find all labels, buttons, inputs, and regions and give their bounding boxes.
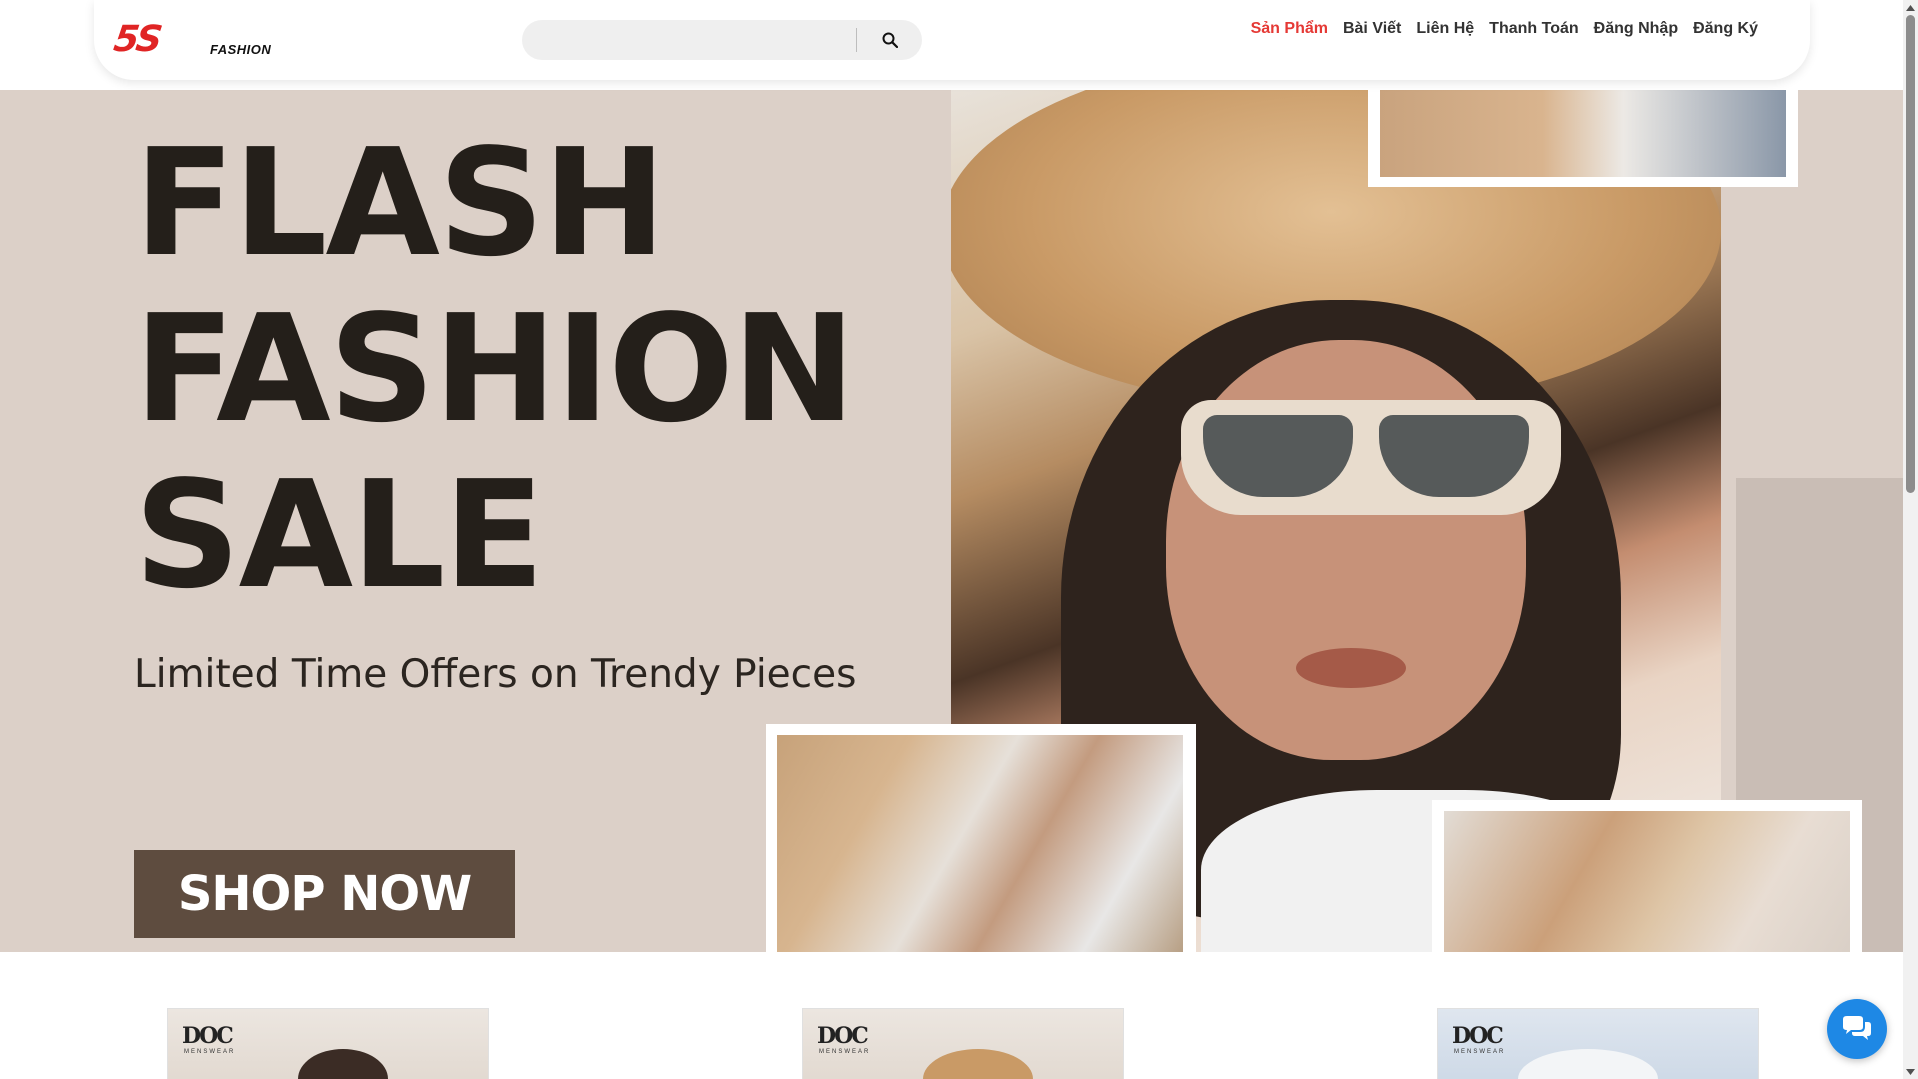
site-header: 5S FASHION Sản Phẩm Bài Viết Liên Hệ Tha… [94, 0, 1810, 80]
scrollbar-thumb[interactable] [1906, 15, 1915, 493]
logo-text: FASHION [210, 42, 272, 57]
brand-logo-sub: MENSWEAR [184, 1049, 236, 1055]
brand-logo: DOC [182, 1023, 234, 1049]
scroll-down-arrow[interactable] [1903, 1064, 1918, 1079]
scroll-up-arrow[interactable] [1903, 0, 1918, 15]
nav-link-contact[interactable]: Liên Hệ [1416, 20, 1474, 38]
headline-line: FASHION [134, 283, 856, 455]
nav-link-register[interactable]: Đăng Ký [1693, 20, 1758, 38]
hero-photo-top [1380, 90, 1786, 177]
page-scrollbar[interactable] [1903, 0, 1918, 1079]
nav-link-checkout[interactable]: Thanh Toán [1489, 20, 1578, 38]
search-divider [856, 28, 857, 52]
brand-logo-sub: MENSWEAR [1454, 1049, 1506, 1055]
product-card[interactable]: DOC MENSWEAR [167, 1008, 489, 1079]
product-card[interactable]: DOC MENSWEAR [802, 1008, 1124, 1079]
site-logo[interactable]: 5S FASHION [111, 19, 271, 60]
chat-bubbles-icon [1843, 1016, 1871, 1040]
product-list: DOC MENSWEAR DOC MENSWEAR DOC MENSWEAR [0, 1008, 1903, 1079]
brand-logo: DOC [1452, 1023, 1504, 1049]
caret-up-icon [1906, 4, 1915, 11]
product-card[interactable]: DOC MENSWEAR [1437, 1008, 1759, 1079]
product-image [1518, 1049, 1658, 1079]
nav-link-articles[interactable]: Bài Viết [1343, 20, 1401, 38]
nav-link-login[interactable]: Đăng Nhập [1594, 20, 1678, 38]
hero-photo-bottom-left [777, 735, 1183, 952]
search-icon [882, 32, 898, 48]
search-box [522, 20, 922, 60]
photo-lips [1296, 648, 1406, 688]
page: 5S FASHION Sản Phẩm Bài Viết Liên Hệ Tha… [0, 0, 1903, 1079]
shop-now-button[interactable]: SHOP NOW [134, 850, 515, 938]
brand-logo-sub: MENSWEAR [819, 1049, 871, 1055]
banner-tagline: Limited Time Offers on Trendy Pieces [134, 652, 857, 697]
search-input[interactable] [538, 20, 838, 60]
brand-logo: DOC [817, 1023, 869, 1049]
product-image [298, 1049, 388, 1079]
nav-link-products[interactable]: Sản Phẩm [1251, 20, 1328, 38]
chat-button[interactable] [1827, 999, 1887, 1059]
hero-photo-bottom-right [1444, 811, 1850, 952]
headline-line: SALE [134, 449, 545, 621]
headline-line: FLASH [134, 117, 666, 289]
product-image [923, 1049, 1033, 1079]
main-nav: Sản Phẩm Bài Viết Liên Hệ Thanh Toán Đăn… [1251, 20, 1758, 38]
banner-headline: FLASH FASHION SALE [134, 120, 934, 618]
logo-mark: 5S [111, 19, 162, 60]
search-button[interactable] [858, 20, 922, 60]
hero-banner[interactable]: FLASH FASHION SALE Limited Time Offers o… [0, 90, 1903, 952]
caret-down-icon [1906, 1068, 1915, 1075]
